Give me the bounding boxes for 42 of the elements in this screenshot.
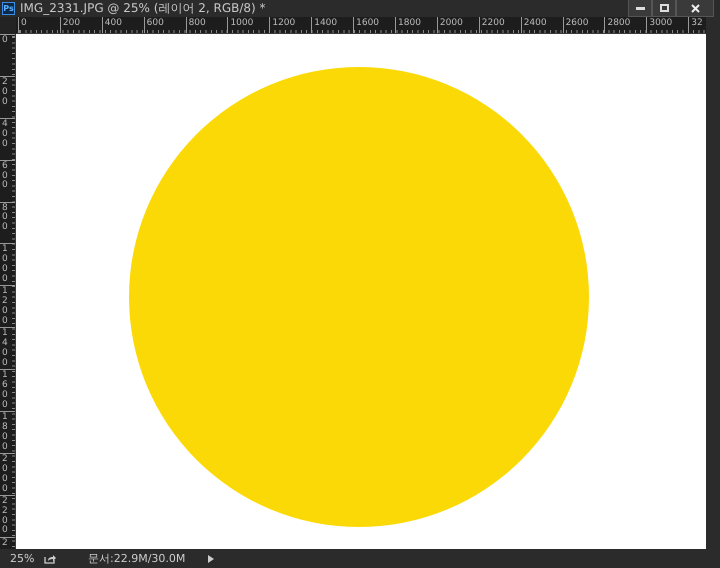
ruler-label: 0	[21, 18, 27, 28]
maximize-button[interactable]	[652, 0, 676, 17]
ruler-label: 1200	[2, 287, 9, 327]
ruler-label: 2	[2, 538, 9, 549]
ruler-label: 1400	[2, 329, 9, 369]
close-icon	[690, 4, 700, 12]
ruler-label: 400	[2, 120, 9, 150]
share-icon[interactable]	[44, 554, 56, 564]
ruler-label: 800	[2, 204, 9, 234]
zoom-level: 25%	[10, 552, 36, 565]
ruler-label: 2200	[482, 18, 505, 28]
ruler-label: 200	[62, 18, 80, 28]
ruler-label: 2200	[2, 496, 9, 536]
document-size: 문서:22.9M/30.0M	[88, 551, 186, 566]
ruler-label: 1600	[356, 18, 380, 28]
ruler-label: 1000	[2, 245, 9, 286]
ruler-label: 400	[104, 18, 122, 28]
maximize-icon	[660, 4, 668, 12]
minimize-icon	[636, 6, 644, 10]
ruler-label: 800	[188, 18, 206, 28]
ruler-label: 1800	[398, 18, 421, 28]
ruler-label: 2400	[524, 18, 547, 28]
ruler-label: 200	[2, 78, 9, 108]
ruler-label: 1600	[2, 371, 9, 411]
app-logo: Ps	[2, 2, 15, 15]
ruler-label: 1000	[230, 18, 254, 28]
ruler-label: 600	[146, 18, 164, 28]
document-title: IMG_2331.JPG @ 25% (레이어 2, RGB/8) *	[20, 0, 267, 17]
play-arrow-icon[interactable]	[208, 554, 214, 562]
ruler-label: 0	[2, 36, 9, 46]
minimize-button[interactable]	[628, 0, 652, 17]
ruler-label: 32	[691, 18, 703, 28]
ruler-label: 2000	[440, 18, 463, 28]
ruler-label: 1200	[272, 18, 296, 28]
ruler-label: 2600	[566, 18, 588, 28]
ruler-label: 2000	[2, 454, 9, 494]
ruler-label: 2800	[607, 18, 630, 28]
close-button[interactable]	[676, 0, 714, 17]
ruler-label: 3000	[649, 18, 672, 28]
ruler-label: 1800	[2, 413, 9, 453]
ruler-label: 600	[2, 162, 9, 192]
ruler-label: 1400	[314, 18, 338, 28]
